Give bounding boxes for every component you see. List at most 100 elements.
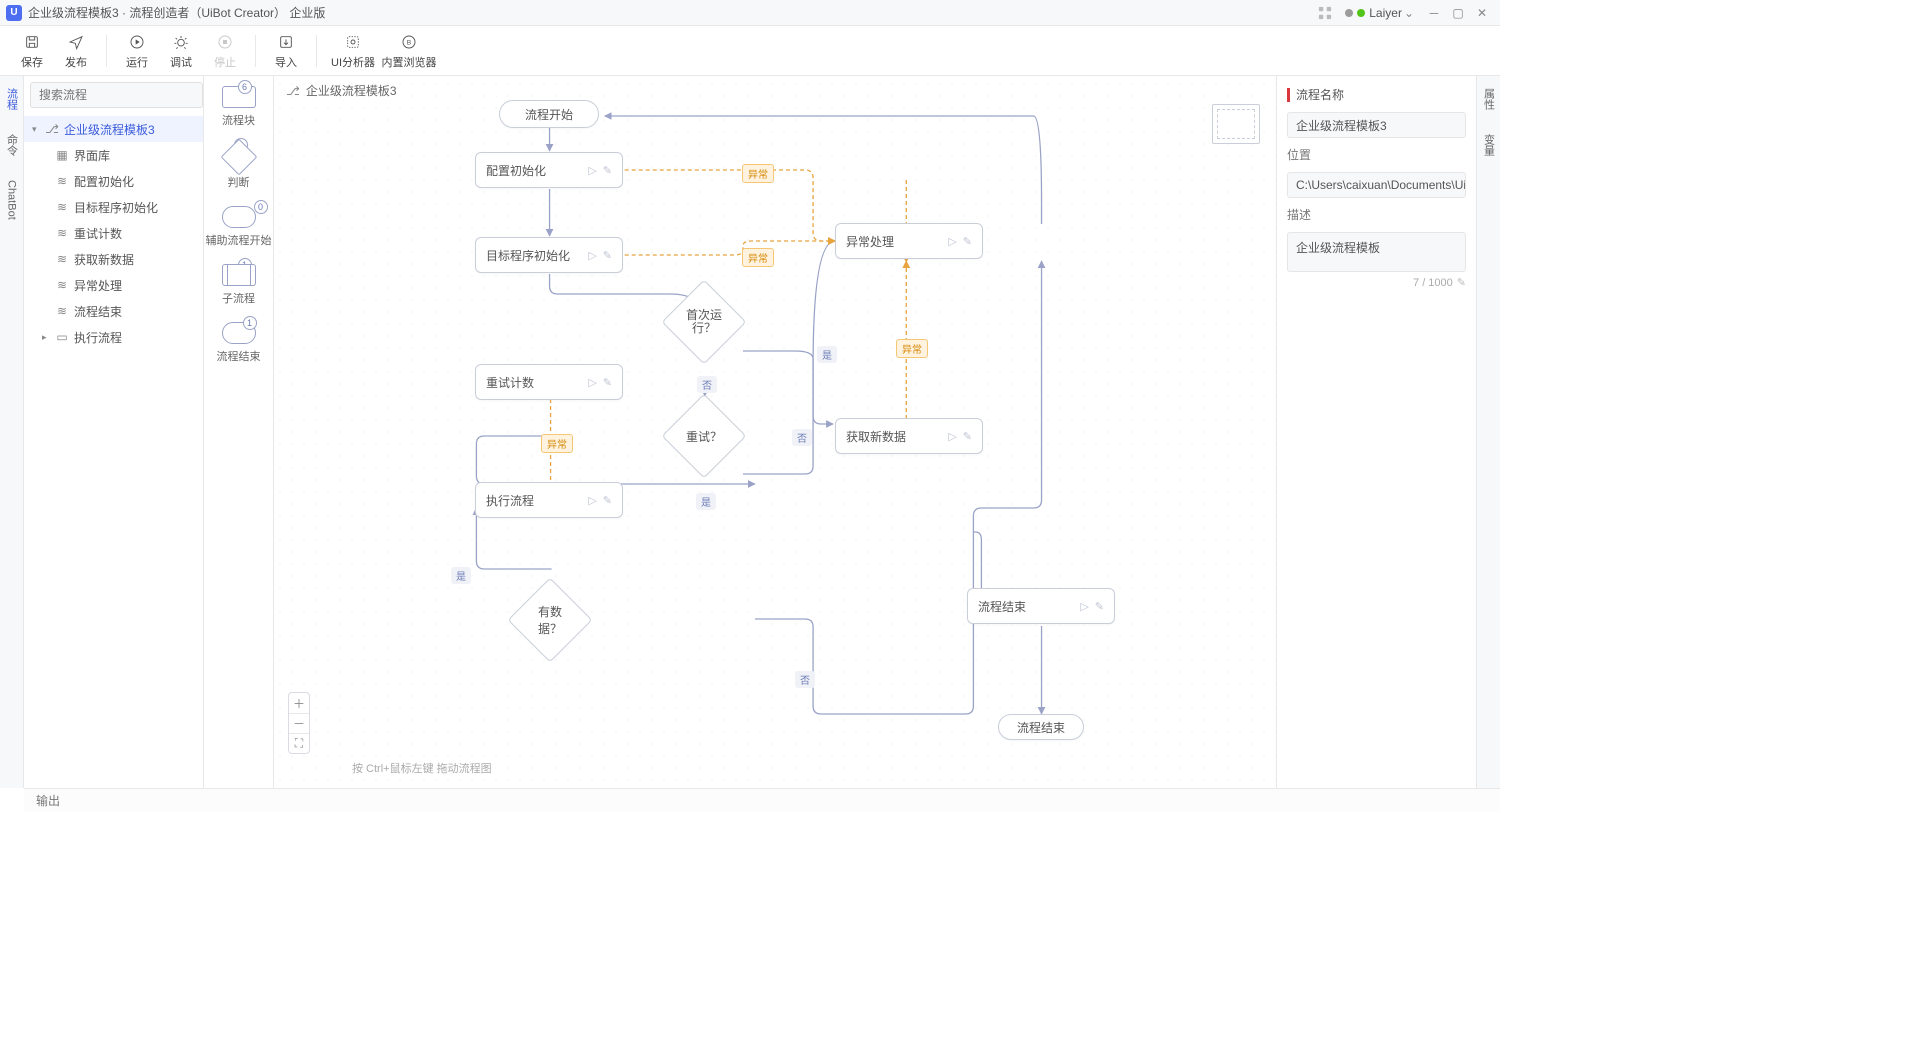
edge-label-exception: 异常: [896, 339, 928, 358]
edge-label-exception: 异常: [742, 248, 774, 267]
rail-tab-chatbot[interactable]: ChatBot: [6, 176, 18, 224]
output-label: 输出: [36, 792, 60, 809]
tree-item[interactable]: ≋重试计数: [24, 220, 203, 246]
rail-tab-properties[interactable]: 属性: [1481, 84, 1497, 114]
zoom-control: ＋ － ⛶: [288, 692, 310, 754]
layers-icon: ≋: [54, 304, 70, 318]
edit-icon[interactable]: ✎: [603, 249, 612, 262]
node-get-data[interactable]: 获取新数据▷✎: [835, 418, 983, 454]
edit-icon[interactable]: ✎: [603, 164, 612, 177]
play-icon[interactable]: ▷: [588, 164, 596, 177]
node-palette: 6流程块 3判断 0辅助流程开始 1子流程 1流程结束: [204, 76, 274, 788]
edge-label-exception: 异常: [742, 164, 774, 183]
palette-decision[interactable]: 3判断: [226, 144, 252, 190]
tree-item[interactable]: ≋ 流程结束: [24, 298, 203, 324]
tree-item[interactable]: ▦ 界面库: [24, 142, 203, 168]
play-icon[interactable]: ▷: [588, 249, 596, 262]
zoom-fit-button[interactable]: ⛶: [289, 733, 309, 753]
chevron-down-icon: ▾: [32, 124, 44, 135]
import-button[interactable]: 导入: [264, 28, 308, 74]
flow-location-input[interactable]: C:\Users\caixuan\Documents\UiBc: [1287, 172, 1466, 198]
node-first-run-decision[interactable]: 首次运行？: [674, 292, 734, 352]
node-start[interactable]: 流程开始: [499, 100, 599, 128]
tree-label: 界面库: [74, 147, 110, 164]
builtin-browser-button[interactable]: B内置浏览器: [381, 28, 437, 74]
zoom-out-button[interactable]: －: [289, 713, 309, 733]
title-bar: U 企业级流程模板3 · 流程创造者（UiBot Creator） 企业版 La…: [0, 0, 1500, 26]
edge-label-exception: 异常: [541, 434, 573, 453]
subflow-icon: ▭: [54, 330, 70, 344]
edges-layer: [274, 76, 1276, 788]
badge: 0: [254, 200, 268, 214]
play-icon[interactable]: ▷: [588, 376, 596, 389]
node-retry-count[interactable]: 重试计数▷✎: [475, 364, 623, 400]
canvas-area: ⎇ 企业级流程模板3: [274, 76, 1276, 788]
zoom-in-button[interactable]: ＋: [289, 693, 309, 713]
output-bar[interactable]: 输出: [24, 788, 1500, 812]
window-maximize-button[interactable]: ▢: [1446, 1, 1470, 25]
play-icon[interactable]: ▷: [588, 494, 596, 507]
flow-canvas[interactable]: 流程开始 配置初始化▷✎ 目标程序初始化▷✎ 异常处理▷✎ 首次运行？ 重试计数…: [274, 76, 1276, 788]
tree-root[interactable]: ▾ ⎇ 企业级流程模板3: [24, 116, 203, 142]
debug-button[interactable]: 调试: [159, 28, 203, 74]
tree-item[interactable]: ≋获取新数据: [24, 246, 203, 272]
edit-icon[interactable]: ✎: [1457, 277, 1466, 289]
palette-subflow[interactable]: 1子流程: [222, 264, 256, 306]
rail-tab-command[interactable]: 命令: [4, 130, 20, 160]
layers-icon: ≋: [54, 174, 70, 188]
breadcrumb-text[interactable]: 企业级流程模板3: [306, 82, 397, 99]
node-has-data-decision[interactable]: 有数据？: [520, 590, 580, 650]
apps-grid-icon[interactable]: [1313, 1, 1337, 25]
tree-item[interactable]: ▸▭执行流程: [24, 324, 203, 350]
grid-icon: ▦: [54, 148, 70, 162]
chevron-down-icon[interactable]: ⌄: [1404, 6, 1414, 20]
play-icon[interactable]: ▷: [1080, 600, 1088, 613]
node-exec[interactable]: 执行流程▷✎: [475, 482, 623, 518]
flow-icon: ⎇: [286, 84, 300, 98]
node-config-init[interactable]: 配置初始化▷✎: [475, 152, 623, 188]
search-flow-input[interactable]: [30, 82, 203, 108]
palette-aux-start[interactable]: 0辅助流程开始: [206, 206, 272, 248]
play-icon[interactable]: ▷: [948, 235, 956, 248]
tree-label: 执行流程: [74, 329, 122, 346]
minimap[interactable]: [1212, 104, 1260, 144]
publish-button[interactable]: 发布: [54, 28, 98, 74]
svg-text:B: B: [407, 39, 412, 46]
badge: 1: [243, 316, 257, 330]
node-end-block[interactable]: 流程结束▷✎: [967, 588, 1115, 624]
edit-icon[interactable]: ✎: [603, 494, 612, 507]
play-icon[interactable]: ▷: [948, 430, 956, 443]
tree-item[interactable]: ≋目标程序初始化: [24, 194, 203, 220]
flow-tree: ▾ ⎇ 企业级流程模板3 ▦界面库 ≋配置初始化 ≋目标程序初始化 ≋重试计数 …: [24, 114, 203, 788]
prop-label-name: 流程名称: [1287, 88, 1466, 102]
rail-tab-flow[interactable]: 流程: [4, 84, 20, 114]
run-button[interactable]: 运行: [115, 28, 159, 74]
tree-item[interactable]: ≋ 异常处理: [24, 272, 203, 298]
tree-label: 流程结束: [74, 303, 122, 320]
user-name[interactable]: Laiyer: [1369, 6, 1402, 20]
flow-name-input[interactable]: 企业级流程模板3: [1287, 112, 1466, 138]
tree-item[interactable]: ≋配置初始化: [24, 168, 203, 194]
node-exception[interactable]: 异常处理▷✎: [835, 223, 983, 259]
app-logo-icon: U: [6, 5, 22, 21]
window-close-button[interactable]: ✕: [1470, 1, 1494, 25]
tree-label: 重试计数: [74, 225, 122, 242]
edit-icon[interactable]: ✎: [963, 430, 972, 443]
palette-block[interactable]: 6流程块: [222, 86, 256, 128]
user-avatar-icon[interactable]: [1345, 9, 1353, 17]
edit-icon[interactable]: ✎: [603, 376, 612, 389]
badge: 6: [238, 80, 252, 94]
edit-icon[interactable]: ✎: [1095, 600, 1104, 613]
ui-analyzer-button[interactable]: UI分析器: [325, 28, 381, 74]
tree-label: 异常处理: [74, 277, 122, 294]
save-button[interactable]: 保存: [10, 28, 54, 74]
node-target-init[interactable]: 目标程序初始化▷✎: [475, 237, 623, 273]
palette-end[interactable]: 1流程结束: [217, 322, 261, 364]
rail-tab-variables[interactable]: 变量: [1481, 130, 1497, 160]
node-end-pill[interactable]: 流程结束: [998, 714, 1084, 740]
flow-desc-textarea[interactable]: 企业级流程模板: [1287, 232, 1466, 272]
layers-icon: ≋: [54, 278, 70, 292]
node-retry-decision[interactable]: 重试？: [674, 406, 734, 466]
window-minimize-button[interactable]: ─: [1422, 1, 1446, 25]
edit-icon[interactable]: ✎: [963, 235, 972, 248]
